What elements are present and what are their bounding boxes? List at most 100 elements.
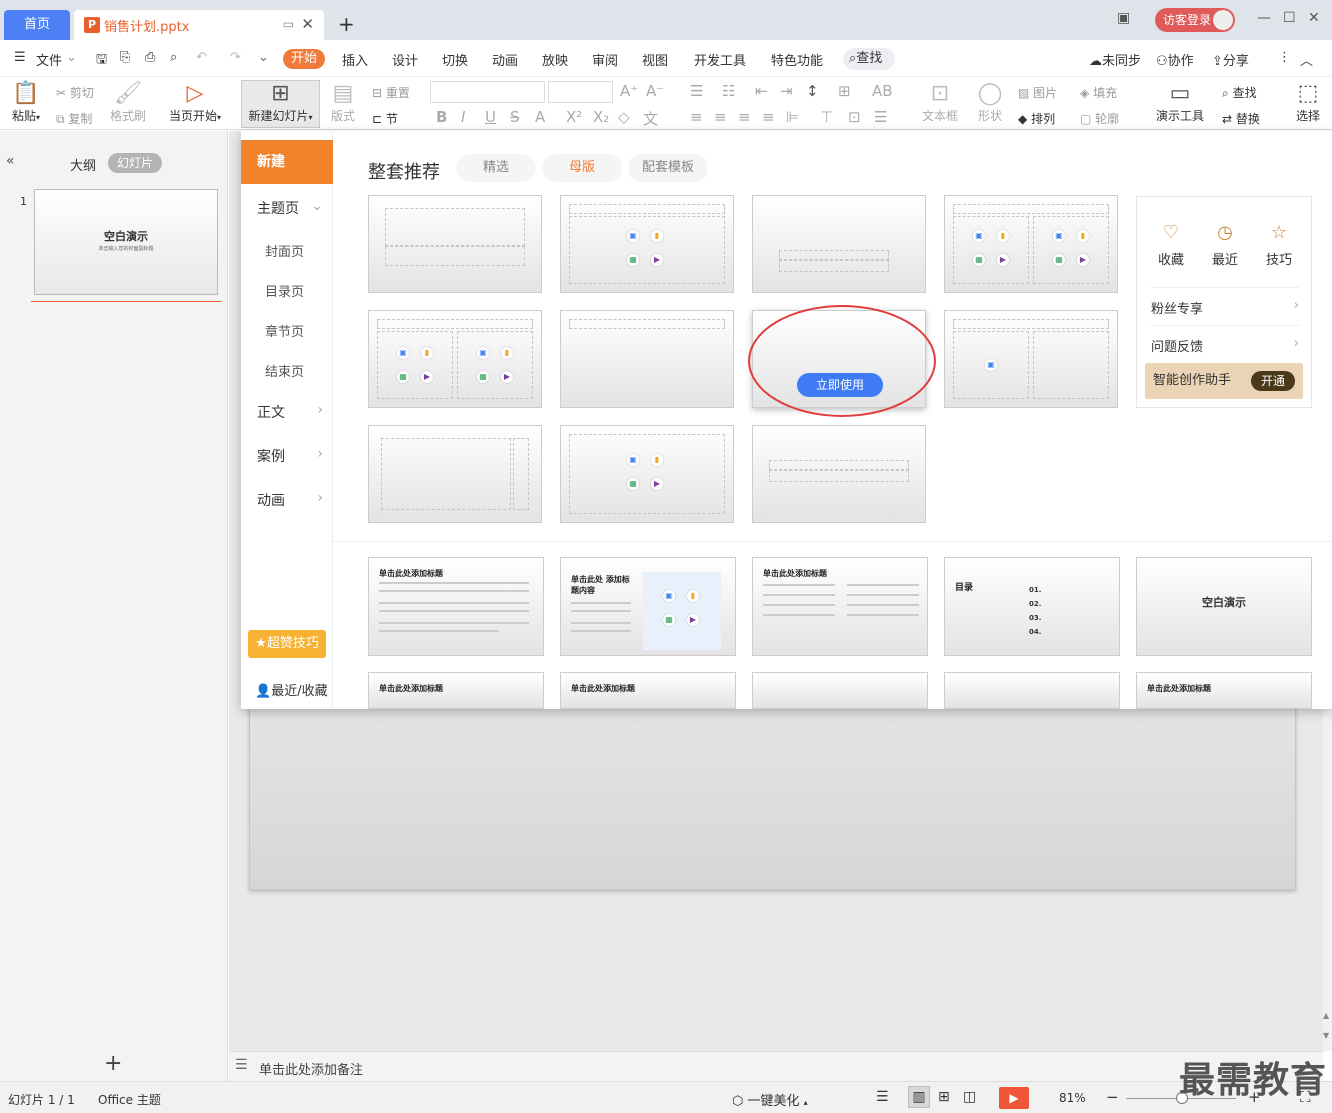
copy-button[interactable]: ⧉ 复制 [56,110,92,127]
reset-button[interactable]: ⊟ 重置 [372,84,410,101]
share-button[interactable]: ⇪分享 [1212,50,1249,69]
customize-icon[interactable]: ⌄ [258,50,269,65]
master-layout-1[interactable] [368,195,542,293]
collapse-ribbon-icon[interactable]: ︿ [1300,50,1313,69]
line-spacing-icon[interactable]: ↕ [806,82,819,100]
beautify-button[interactable]: ⬡ 一键美化 ▴ [732,1090,808,1109]
notes-toggle-icon[interactable]: ☰ [876,1089,889,1105]
export-icon[interactable]: ⎘ [120,50,130,65]
tab-document[interactable]: P 销售计划.pptx ▭ ✕ [74,10,324,40]
close-window-icon[interactable]: ✕ [1308,10,1320,26]
align-right-icon[interactable]: ≡ [738,108,751,126]
add-slide-icon[interactable]: + [104,1051,122,1076]
text-direction-icon[interactable]: AB [872,82,893,100]
font-color-icon[interactable]: A [535,108,545,126]
bullet-list-icon[interactable]: ☰ [690,82,703,100]
menu-insert[interactable]: 插入 [342,50,368,69]
reading-view-icon[interactable]: ◫ [963,1089,976,1105]
zoom-level[interactable]: 81% [1059,1091,1086,1105]
guest-login-button[interactable]: 访客登录 [1155,8,1235,32]
nav-end-page[interactable]: 结束页 [265,361,304,380]
select-button[interactable]: ⬚ 选择 [1290,81,1326,124]
nav-new[interactable]: 新建 [241,140,333,184]
file-menu[interactable]: 文件 [36,50,62,69]
slides-tab[interactable]: 幻灯片 [108,153,163,173]
hamburger-menu-icon[interactable]: ☰ [14,50,26,65]
arrange-button[interactable]: ◆ 排列 [1018,110,1055,127]
menu-design[interactable]: 设计 [392,50,418,69]
clear-format-icon[interactable]: ◇ [618,108,630,126]
numbered-list-icon[interactable]: ☷ [722,82,735,100]
menu-home[interactable]: 开始 [283,49,326,69]
shape-button[interactable]: ◯ 形状 [970,81,1010,124]
replace-button[interactable]: ⇄ 替换 [1222,110,1260,127]
template-card-1[interactable]: 单击此处添加标题 [368,557,544,656]
template-card-2[interactable]: 单击此处 添加标题内容 ▣ ▮ ▦ ▶ [560,557,736,656]
template-card-7[interactable]: 单击此处添加标题 [560,672,736,709]
slide-sorter-icon[interactable]: ⊞ [938,1089,950,1105]
slide-thumbnail[interactable]: 空白演示 单击输入您的封面副标题 [34,189,218,295]
normal-view-icon[interactable]: ▥ [908,1086,930,1108]
feedback-link[interactable]: 问题反馈 › [1151,325,1299,355]
master-layout-10[interactable]: ▣ ▮ ▦ ▶ [560,425,734,523]
font-name-select[interactable] [430,81,545,103]
chip-master[interactable]: 母版 [542,154,622,182]
fill-button[interactable]: ◈ 填充 [1080,84,1117,101]
nav-cases[interactable]: 案例 › [257,446,323,466]
menu-transitions[interactable]: 切换 [442,50,468,69]
minimize-icon[interactable]: — [1257,10,1271,26]
screen-icon[interactable]: ▭ [283,17,294,31]
paragraph-spacing-icon[interactable]: ☰ [874,108,887,126]
template-card-5[interactable]: 空白演示 [1136,557,1312,656]
play-slideshow-icon[interactable]: ▶ [999,1087,1029,1109]
master-layout-4[interactable]: ▣ ▮ ▦ ▶ ▣ ▮ ▦ ▶ [944,195,1118,293]
more-icon[interactable]: ⋮ [1278,50,1291,65]
theme-name[interactable]: Office 主题 [98,1091,161,1108]
bold-icon[interactable]: B [436,108,447,126]
template-card-4[interactable]: 目录 01. 02. 03. 04. [944,557,1120,656]
text-box-align-icon[interactable]: ⊡ [848,108,861,126]
master-layout-8[interactable]: ▣ [944,310,1118,408]
print-icon[interactable]: ⎙ [145,50,155,65]
tips-side-button[interactable]: ☆ 技巧 [1259,222,1299,268]
recent-favorites-button[interactable]: 👤最近/收藏 [255,680,328,699]
zoom-out-icon[interactable]: − [1106,1088,1119,1106]
increase-indent-icon[interactable]: ⇥ [780,82,793,100]
paste-button[interactable]: 📋 粘贴▾ [8,81,44,124]
section-button[interactable]: ⊏ 节 [372,110,398,127]
master-layout-11[interactable] [752,425,926,523]
ai-assistant-banner[interactable]: 智能创作助手 开通 [1145,363,1303,399]
collaborate-button[interactable]: ⚇协作 [1156,50,1194,69]
outline-button[interactable]: ▢ 轮廓 [1080,110,1119,127]
superscript-icon[interactable]: X² [566,108,582,126]
master-layout-9[interactable] [368,425,542,523]
align-left-icon[interactable]: ≡ [690,108,703,126]
distribute-icon[interactable]: ⊫ [786,108,799,126]
fans-exclusive-link[interactable]: 粉丝专享 › [1151,287,1299,317]
scroll-up-icon[interactable]: ▲ [1323,1011,1329,1020]
menu-review[interactable]: 审阅 [592,50,618,69]
menu-view[interactable]: 视图 [642,50,668,69]
underline-icon[interactable]: U [485,108,496,126]
italic-icon[interactable]: I [461,108,465,126]
tips-button[interactable]: ★超赞技巧 [248,630,326,658]
decrease-indent-icon[interactable]: ⇤ [755,82,768,100]
template-card-6[interactable]: 单击此处添加标题 [368,672,544,709]
new-slide-button[interactable]: ⊞ 新建幻灯片▾ [241,80,320,128]
template-card-8[interactable] [752,672,928,709]
find-button[interactable]: ⌕ 查找 [1222,84,1257,101]
cloud-sync-button[interactable]: ☁未同步 [1089,50,1141,69]
nav-cover-page[interactable]: 封面页 [265,241,304,260]
picture-button[interactable]: ▨ 图片 [1018,84,1057,101]
menu-developer[interactable]: 开发工具 [694,50,746,69]
master-layout-6[interactable] [560,310,734,408]
template-card-10[interactable]: 单击此处添加标题 [1136,672,1312,709]
layout-button[interactable]: ▤ 版式 [326,81,360,124]
nav-toc-page[interactable]: 目录页 [265,281,304,300]
template-card-3[interactable]: 单击此处添加标题 [752,557,928,656]
presentation-tools-button[interactable]: ▭ 演示工具 [1150,81,1210,124]
text-box-button[interactable]: ⊡ 文本框 [916,81,964,124]
strikethrough-icon[interactable]: S [510,108,520,126]
scroll-down-icon[interactable]: ▼ [1323,1031,1329,1040]
nav-theme-pages[interactable]: 主题页 ⌄ [257,198,323,218]
